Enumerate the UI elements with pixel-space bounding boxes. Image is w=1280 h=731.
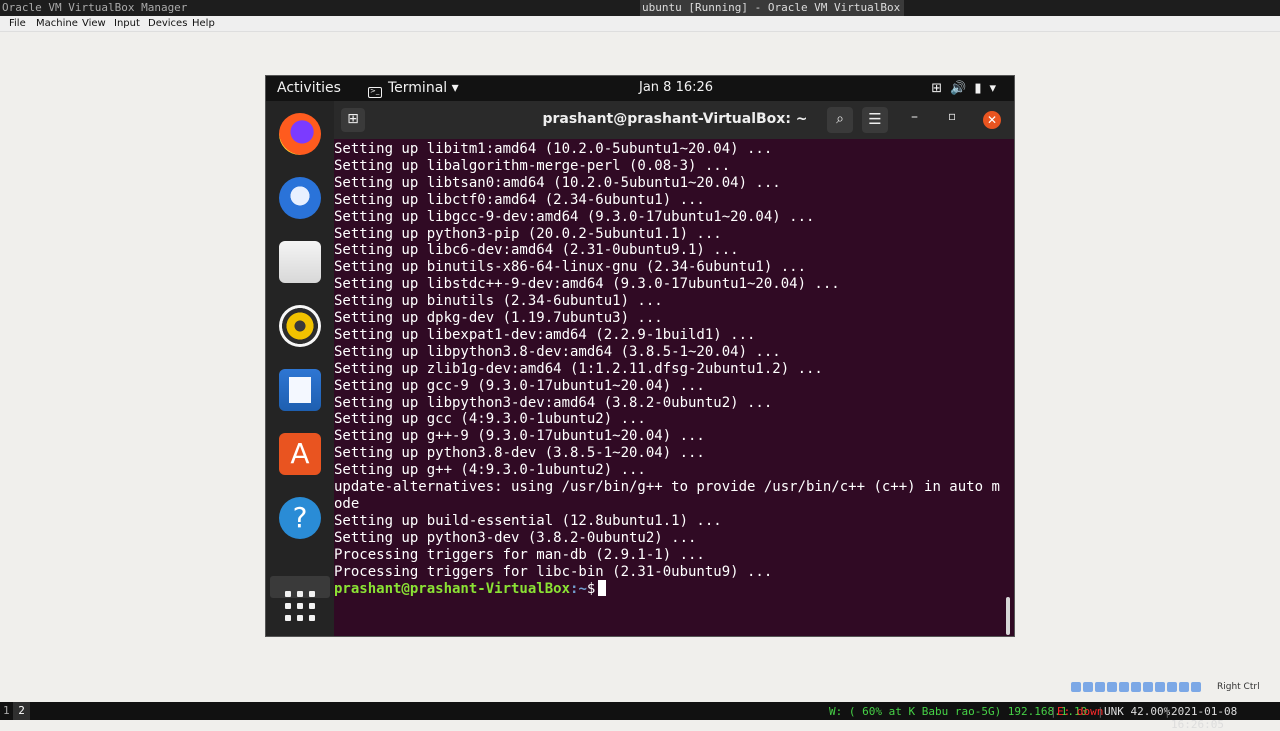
display-icon[interactable]: [1143, 682, 1153, 692]
terminal-line: Setting up python3-dev (3.8.2-0ubuntu2) …: [334, 529, 697, 546]
terminal-line: Setting up build-essential (12.8ubuntu1.…: [334, 512, 722, 529]
terminal-line: Setting up libpython3-dev:amd64 (3.8.2-0…: [334, 394, 773, 411]
terminal-line: ode: [334, 495, 360, 512]
files-icon[interactable]: [279, 241, 321, 283]
chevron-down-icon: ▾: [451, 80, 459, 96]
terminal-line: Setting up libexpat1-dev:amd64 (2.2.9-1b…: [334, 326, 756, 343]
host-titlebar: Oracle VM VirtualBox Manager ubuntu [Run…: [0, 0, 1280, 16]
terminal-line: Setting up binutils (2.34-6ubuntu1) ...: [334, 293, 663, 310]
firefox-icon[interactable]: [279, 113, 321, 155]
i3-status-bar: 1 2 W: ( 60% at K Babu rao-5G) 192.168.1…: [0, 702, 1280, 731]
terminal-icon: >_: [368, 87, 382, 98]
optical-icon[interactable]: [1083, 682, 1093, 692]
workspace-2[interactable]: 2: [13, 702, 30, 720]
ubuntu-desktop: Activities >_ Terminal ▾ Jan 8 16:26 ⊞🔊▮▾…: [265, 75, 1015, 637]
terminal-line: Processing triggers for man-db (2.9.1-1)…: [334, 546, 705, 563]
help-icon[interactable]: ?: [279, 497, 321, 539]
terminal-line: Setting up libctf0:amd64 (2.34-6ubuntu1)…: [334, 191, 705, 208]
hdd-icon[interactable]: [1071, 682, 1081, 692]
recording-icon[interactable]: [1155, 682, 1165, 692]
menu-input[interactable]: Input: [114, 18, 140, 29]
maximize-icon[interactable]: ▫: [948, 109, 956, 123]
mouse-icon[interactable]: [1179, 682, 1189, 692]
manager-title: Oracle VM VirtualBox Manager: [2, 1, 188, 14]
terminal-line: Processing triggers for libc-bin (2.31-0…: [334, 563, 773, 580]
gnome-top-bar: Activities >_ Terminal ▾ Jan 8 16:26 ⊞🔊▮▾: [266, 76, 1014, 101]
minimize-icon[interactable]: –: [911, 109, 918, 125]
prompt-user: prashant@prashant-VirtualBox: [334, 581, 571, 598]
terminal-line: Setting up libtsan0:amd64 (10.2.0-5ubunt…: [334, 174, 781, 191]
datetime: 2021-01-08 16:26:05: [1171, 705, 1238, 731]
network-icon: ⊞: [931, 81, 951, 96]
terminal-line: Setting up libstdc++-9-dev:amd64 (9.3.0-…: [334, 276, 840, 293]
network-icon[interactable]: [1107, 682, 1117, 692]
clock[interactable]: Jan 8 16:26: [639, 80, 713, 95]
workspace-1[interactable]: 1: [3, 704, 10, 717]
host-key-label: Right Ctrl: [1217, 682, 1260, 692]
menu-machine[interactable]: Machine: [36, 18, 78, 29]
software-icon[interactable]: A: [279, 433, 321, 475]
terminal-line: Setting up gcc-9 (9.3.0-17ubuntu1~20.04)…: [334, 377, 705, 394]
prompt-symbol: $: [586, 581, 596, 598]
show-apps-grid-icon[interactable]: [285, 591, 315, 621]
app-menu-terminal[interactable]: >_ Terminal ▾: [368, 80, 459, 98]
vm-window-title[interactable]: ubuntu [Running] - Oracle VM VirtualBox: [640, 0, 905, 16]
terminal-window[interactable]: ⊞ prashant@prashant-VirtualBox: ~ ⌕ ☰ – …: [334, 101, 1014, 636]
volume-icon: 🔊: [950, 81, 975, 96]
terminal-line: Setting up g++ (4:9.3.0-1ubuntu2) ...: [334, 462, 646, 479]
prompt-path: :~: [570, 581, 587, 598]
activities-button[interactable]: Activities: [277, 80, 341, 96]
terminal-headerbar: ⊞ prashant@prashant-VirtualBox: ~ ⌕ ☰ – …: [334, 101, 1014, 139]
app-menu-label: Terminal: [388, 80, 448, 96]
terminal-line: Setting up g++-9 (9.3.0-17ubuntu1~20.04)…: [334, 428, 705, 445]
audio-icon[interactable]: [1095, 682, 1105, 692]
terminal-output[interactable]: Setting up libitm1:amd64 (10.2.0-5ubuntu…: [334, 139, 1014, 636]
scrollbar[interactable]: [1006, 597, 1010, 635]
terminal-line: Setting up zlib1g-dev:amd64 (1:1.2.11.df…: [334, 360, 823, 377]
search-icon[interactable]: ⌕: [827, 107, 853, 133]
usb-icon[interactable]: [1119, 682, 1129, 692]
terminal-line: Setting up gcc (4:9.3.0-1ubuntu2) ...: [334, 411, 646, 428]
terminal-line: Setting up libc6-dev:amd64 (2.31-0ubuntu…: [334, 242, 739, 259]
keyboard-icon[interactable]: [1191, 682, 1201, 692]
cpu-icon[interactable]: [1167, 682, 1177, 692]
menu-devices[interactable]: Devices: [148, 18, 187, 29]
terminal-line: Setting up python3.8-dev (3.8.5-1~20.04)…: [334, 445, 705, 462]
terminal-prompt[interactable]: prashant@prashant-VirtualBox:~$: [334, 580, 607, 598]
terminal-line: Setting up dpkg-dev (1.19.7ubuntu3) ...: [334, 310, 663, 326]
rhythmbox-icon[interactable]: [279, 305, 321, 347]
shared-folder-icon[interactable]: [1131, 682, 1141, 692]
battery-status: UNK 42.00%: [1104, 705, 1171, 718]
terminal-line: update-alternatives: using /usr/bin/g++ …: [334, 479, 1000, 495]
text-cursor: [598, 580, 607, 597]
close-icon[interactable]: ✕: [983, 111, 1001, 129]
terminal-line: Setting up python3-pip (20.0.2-5ubuntu1.…: [334, 225, 722, 242]
hamburger-menu-icon[interactable]: ☰: [862, 107, 888, 133]
terminal-line: Setting up binutils-x86-64-linux-gnu (2.…: [334, 259, 807, 276]
menu-help[interactable]: Help: [192, 18, 215, 29]
thunderbird-icon[interactable]: [279, 177, 321, 219]
menu-file[interactable]: File: [9, 18, 26, 29]
menu-view[interactable]: View: [82, 18, 106, 29]
system-tray[interactable]: ⊞🔊▮▾: [931, 81, 1004, 96]
terminal-line: Setting up libpython3.8-dev:amd64 (3.8.5…: [334, 343, 781, 360]
battery-icon: ▮: [974, 81, 990, 96]
wifi-status: W: ( 60% at K Babu rao-5G) 192.168.1.10: [829, 705, 1088, 718]
vbox-menubar: File Machine View Input Devices Help: [0, 16, 1280, 32]
writer-icon[interactable]: [279, 369, 321, 411]
ubuntu-dock: A ?: [266, 101, 334, 636]
vbox-status-icons: Right Ctrl: [1071, 682, 1280, 696]
terminal-line: Setting up libitm1:amd64 (10.2.0-5ubuntu…: [334, 141, 773, 157]
terminal-line: Setting up libgcc-9-dev:amd64 (9.3.0-17u…: [334, 208, 815, 225]
chevron-down-icon: ▾: [989, 81, 1004, 96]
terminal-line: Setting up libalgorithm-merge-perl (0.08…: [334, 157, 731, 174]
